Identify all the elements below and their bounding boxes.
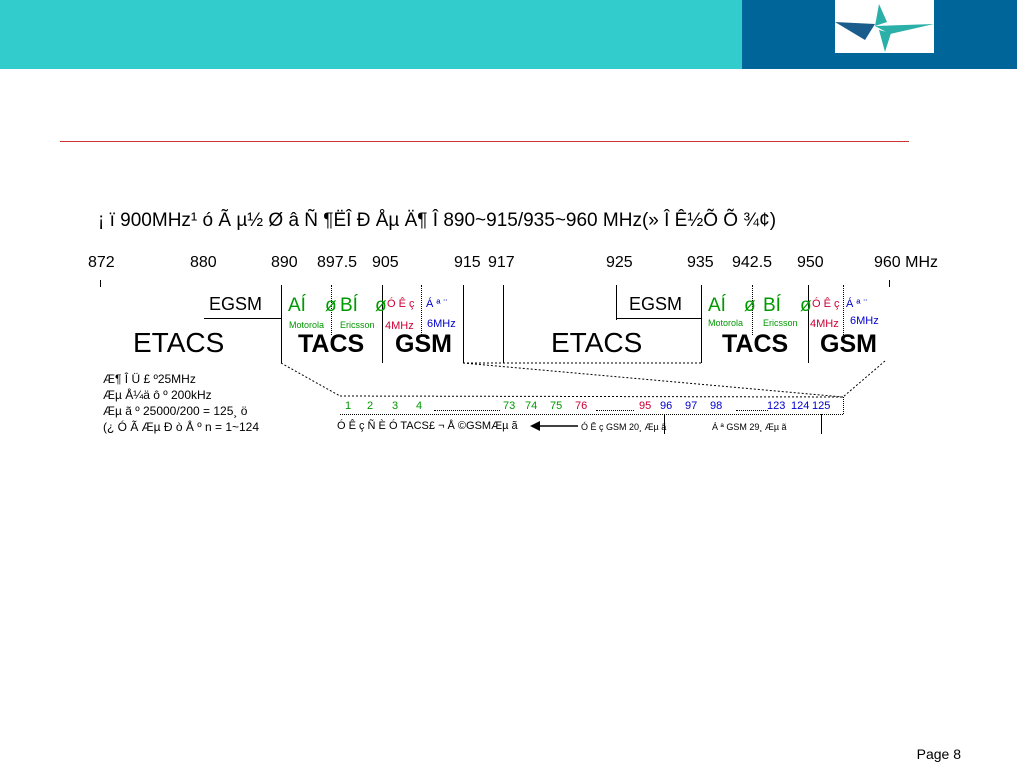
channel-74: 74 (525, 400, 538, 412)
page-number: Page 8 (916, 746, 961, 762)
channel-124: 124 (791, 400, 810, 412)
channel-gap-3 (736, 410, 768, 411)
channel-76: 76 (575, 400, 588, 412)
channel-gap-1 (434, 410, 500, 411)
channel-underline (340, 414, 843, 415)
note-channels: Æµ ã º 25000/200 = 125¸ ö (103, 404, 248, 418)
channel-96: 96 (660, 400, 673, 412)
channel-98: 98 (710, 400, 723, 412)
channel-125: 125 (812, 400, 831, 412)
channel-3: 3 (392, 400, 399, 412)
channel-73: 73 (503, 400, 516, 412)
unicom-gsm29-label: Á ª GSM 29¸ Æµ ã (712, 422, 787, 432)
tacs-gsm-label: Ó Ê ç Ñ È Ó TACS£ ¬ Å ©GSMÆµ ã (337, 420, 518, 432)
note-spacing: Æµ Å¼ä ô º 200kHz (103, 388, 212, 402)
mobile-gsm20-label: Ó Ê ç GSM 20¸ Æµ ã (581, 422, 667, 432)
channel-75: 75 (550, 400, 563, 412)
channel-4: 4 (416, 400, 423, 412)
channel-123: 123 (767, 400, 786, 412)
channel-gap-2 (596, 410, 634, 411)
note-usable: (¿ Ó Ã Æµ Ð ò Å º n = 1~124 (103, 420, 260, 434)
alloc-marker-unicom-end (821, 414, 822, 434)
channel-1: 1 (345, 400, 352, 412)
channel-edge-right (843, 397, 844, 414)
channel-95: 95 (639, 400, 652, 412)
arrow-left-icon (530, 421, 578, 431)
note-bandwidth: Æ¶ Î Ü £ º25MHz (103, 372, 196, 386)
channel-97: 97 (685, 400, 698, 412)
channel-2: 2 (367, 400, 374, 412)
